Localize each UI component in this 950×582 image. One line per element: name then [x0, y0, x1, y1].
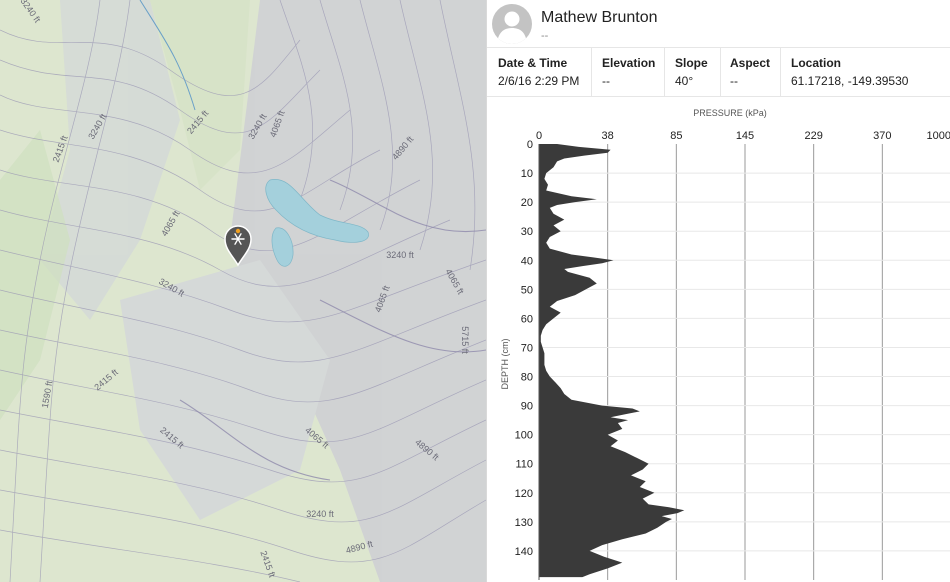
meta-label: Elevation: [602, 56, 656, 70]
meta-label: Location: [791, 56, 841, 70]
y-tick-label: 130: [515, 517, 533, 529]
x-tick-label: 0: [536, 130, 542, 142]
contour-label: 5715 ft: [460, 326, 470, 354]
x-tick-label: 85: [670, 130, 682, 142]
meta-value: --: [602, 74, 610, 88]
meta-slope: Slope 40°: [675, 56, 708, 88]
observation-meta: Date & Time 2/6/16 2:29 PM Elevation -- …: [487, 48, 950, 97]
meta-location: Location 61.17218, -149.39530: [791, 56, 908, 88]
y-tick-label: 0: [527, 139, 533, 151]
marker-accent-dot: [235, 228, 241, 234]
y-tick-label: 60: [521, 313, 533, 325]
y-tick-label: 70: [521, 342, 533, 354]
y-tick-label: 30: [521, 226, 533, 238]
user-avatar-icon: [492, 4, 532, 44]
y-tick-label: 110: [515, 459, 533, 471]
x-tick-label: 1000: [927, 130, 950, 142]
y-tick-label: 80: [521, 372, 533, 384]
meta-aspect: Aspect --: [730, 56, 770, 88]
x-tick-label: 229: [804, 130, 822, 142]
y-tick-label: 20: [521, 197, 533, 209]
observer-subtitle: --: [541, 30, 549, 42]
pressure-profile-area: [539, 144, 685, 578]
y-tick-label: 40: [521, 255, 533, 267]
map-canvas[interactable]: 3240 ft2415 ft3240 ft 2415 ft 3240 ft 4065 …: [0, 0, 486, 582]
y-tick-label: 10: [521, 168, 533, 180]
x-axis-title: PRESSURE (kPa): [693, 108, 767, 118]
x-tick-label: 38: [602, 130, 614, 142]
x-tick-label: 145: [736, 130, 754, 142]
meta-value: 61.17218, -149.39530: [791, 74, 909, 88]
observation-panel: Mathew Brunton -- Date & Time 2/6/16 2:2…: [486, 0, 950, 582]
x-tick-label: 370: [873, 130, 891, 142]
observer-header: Mathew Brunton --: [487, 0, 950, 48]
meta-label: Date & Time: [498, 56, 568, 70]
topographic-map[interactable]: 3240 ft 2415 ft 3240 ft 2415 ft 3240 ft 4065 …: [0, 0, 486, 582]
observer-name: Mathew Brunton: [541, 9, 658, 26]
meta-value: 2/6/16 2:29 PM: [498, 74, 580, 88]
meta-value: 40°: [675, 74, 694, 88]
contour-label: 3240 ft: [306, 509, 334, 519]
y-axis-title: DEPTH (cm): [500, 339, 510, 390]
meta-value: --: [730, 74, 738, 88]
contour-label: 3240 ft: [386, 250, 414, 260]
meta-label: Slope: [675, 56, 708, 70]
meta-label: Aspect: [730, 56, 771, 70]
y-tick-label: 50: [521, 284, 533, 296]
y-tick-label: 90: [521, 401, 533, 413]
meta-elevation: Elevation --: [602, 56, 655, 88]
y-tick-label: 120: [515, 488, 533, 500]
meta-date-time: Date & Time 2/6/16 2:29 PM: [498, 56, 579, 88]
y-tick-label: 100: [515, 430, 533, 442]
pressure-depth-chart: PRESSURE (kPa) DEPTH (cm) 0 38 85 145 229 370…: [500, 108, 950, 580]
y-tick-label: 140: [515, 546, 533, 558]
